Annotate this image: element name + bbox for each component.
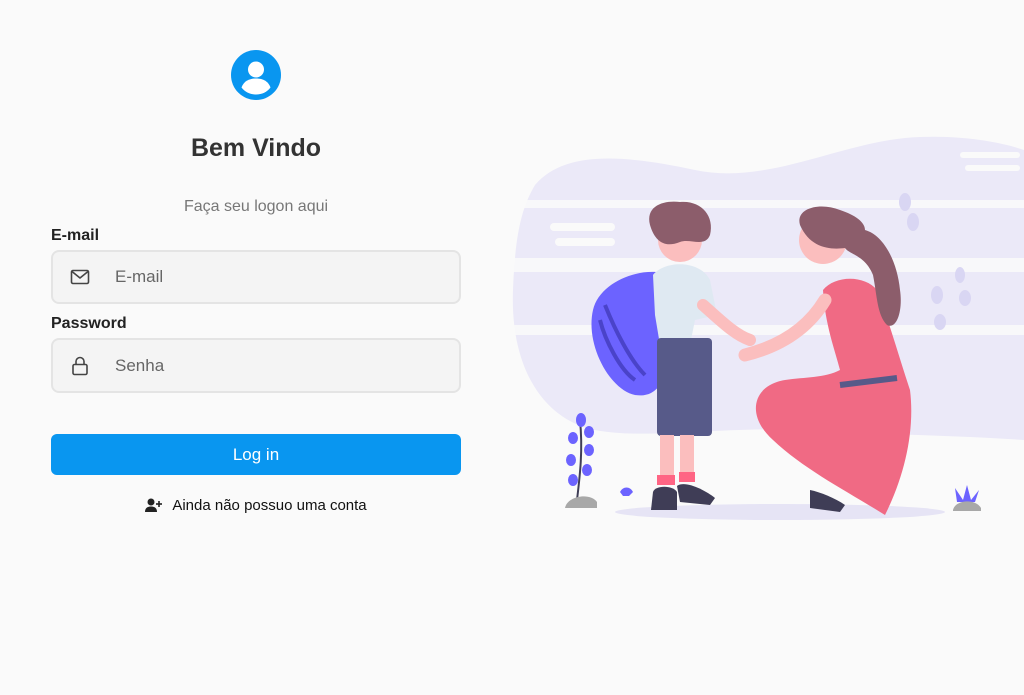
login-page: Bem Vindo Faça seu logon aqui E-mail Pas… — [0, 0, 1024, 695]
login-button[interactable]: Log in — [51, 434, 461, 475]
password-field[interactable] — [51, 338, 461, 393]
user-circle-icon — [231, 50, 281, 100]
signup-label: Ainda não possuo uma conta — [172, 496, 367, 514]
email-input[interactable] — [115, 252, 445, 302]
password-input[interactable] — [115, 340, 445, 391]
page-title: Bem Vindo — [190, 134, 322, 162]
lock-icon — [72, 356, 88, 375]
email-field[interactable] — [51, 250, 461, 304]
email-label: E-mail — [51, 227, 100, 244]
envelope-icon — [70, 269, 90, 285]
user-plus-icon — [145, 498, 163, 512]
password-label: Password — [51, 315, 127, 332]
mother-and-child-illustration — [505, 136, 1024, 520]
page-subtitle: Faça seu logon aqui — [183, 198, 329, 215]
signup-link[interactable]: Ainda não possuo uma conta — [51, 494, 461, 516]
